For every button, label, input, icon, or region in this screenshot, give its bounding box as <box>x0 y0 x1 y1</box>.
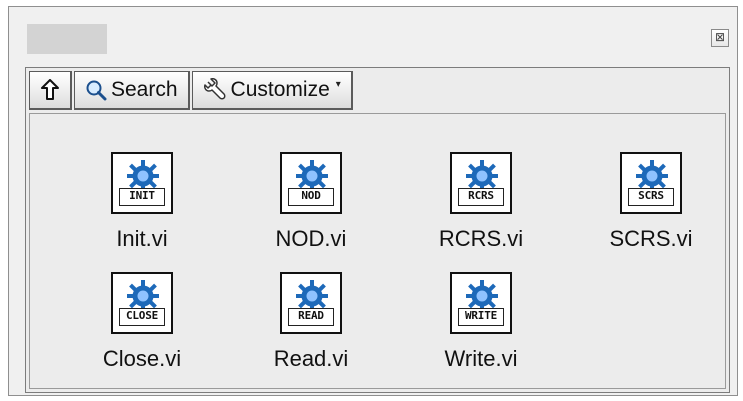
up-arrow-icon <box>40 79 60 101</box>
vi-label: RCRS.vi <box>438 226 524 251</box>
vi-item-rcrs[interactable]: RCRS RCRS.vi <box>416 152 546 252</box>
palette-panel: Search Customize ▾ INIT Init.vi NOD NOD.… <box>25 67 730 393</box>
vi-icon: RCRS <box>450 152 512 214</box>
vi-code-label: READ <box>288 308 334 326</box>
vi-label: NOD.vi <box>275 226 347 251</box>
vi-label: Read.vi <box>273 346 349 371</box>
customize-button[interactable]: Customize ▾ <box>191 71 353 110</box>
customize-button-label: Customize <box>230 78 330 101</box>
search-button[interactable]: Search <box>74 71 190 110</box>
vi-grid: INIT Init.vi NOD NOD.vi RCRS RCRS.vi SCR… <box>77 152 693 392</box>
vi-icon: INIT <box>111 152 173 214</box>
search-button-label: Search <box>111 78 178 101</box>
palette-content: INIT Init.vi NOD NOD.vi RCRS RCRS.vi SCR… <box>29 113 726 389</box>
vi-code-label: RCRS <box>458 188 504 206</box>
vi-code-label: CLOSE <box>119 308 165 326</box>
vi-icon: NOD <box>280 152 342 214</box>
palette-window: ⊠ Search Customize ▾ INIT Init.vi NOD NO… <box>8 6 738 396</box>
up-button[interactable] <box>29 71 72 110</box>
vi-item-close[interactable]: CLOSE Close.vi <box>77 272 207 372</box>
vi-code-label: WRITE <box>458 308 504 326</box>
vi-label: Init.vi <box>116 226 168 251</box>
magnifier-icon <box>85 79 107 101</box>
close-window-button[interactable]: ⊠ <box>711 29 729 47</box>
window-title-placeholder <box>27 24 107 54</box>
vi-item-write[interactable]: WRITE Write.vi <box>416 272 546 372</box>
vi-label: Close.vi <box>102 346 182 371</box>
vi-code-label: NOD <box>288 188 334 206</box>
vi-item-read[interactable]: READ Read.vi <box>246 272 376 372</box>
chevron-down-icon: ▾ <box>335 79 341 90</box>
vi-icon: WRITE <box>450 272 512 334</box>
vi-icon: READ <box>280 272 342 334</box>
vi-item-scrs[interactable]: SCRS SCRS.vi <box>586 152 716 252</box>
close-icon: ⊠ <box>714 30 726 44</box>
vi-label: SCRS.vi <box>609 226 693 251</box>
vi-item-nod[interactable]: NOD NOD.vi <box>246 152 376 252</box>
vi-code-label: SCRS <box>628 188 674 206</box>
vi-label: Write.vi <box>444 346 518 371</box>
vi-icon: CLOSE <box>111 272 173 334</box>
palette-toolbar: Search Customize ▾ <box>29 71 353 110</box>
vi-icon: SCRS <box>620 152 682 214</box>
wrench-icon <box>203 78 227 102</box>
vi-code-label: INIT <box>119 188 165 206</box>
vi-item-init[interactable]: INIT Init.vi <box>77 152 207 252</box>
